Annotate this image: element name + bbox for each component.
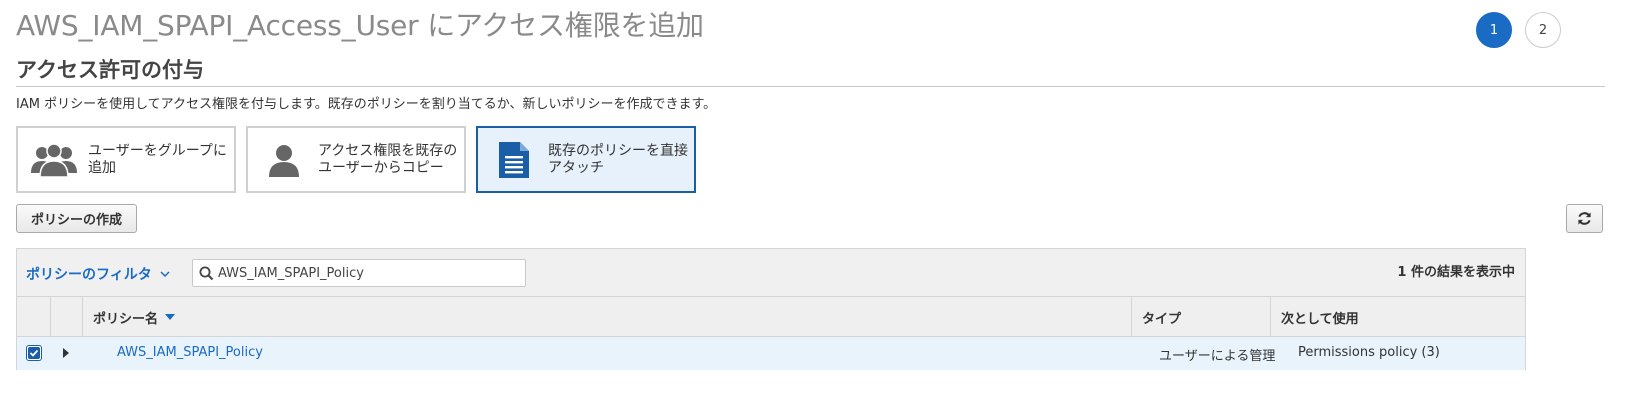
- result-count: 1 件の結果を表示中: [1397, 265, 1515, 280]
- header-select-column: [17, 297, 51, 337]
- policy-type: ユーザーによる管理: [1159, 349, 1276, 364]
- sort-down-icon: [165, 314, 176, 320]
- header-expand-column: [51, 297, 83, 337]
- option-copy-from-user[interactable]: アクセス権限を既存のユーザーからコピー: [246, 126, 466, 193]
- filter-bar: ポリシーのフィルタ 1 件の結果を表示中: [17, 249, 1525, 297]
- section-title: アクセス許可の付与: [16, 58, 204, 82]
- add-permissions-page: AWS_IAM_SPAPI_Access_User にアクセス権限を追加 1 2…: [0, 0, 1637, 412]
- step-indicator: 1 2: [1476, 12, 1561, 48]
- header-label: タイプ: [1142, 311, 1182, 327]
- option-attach-existing-policy[interactable]: 既存のポリシーを直接アタッチ: [476, 126, 696, 193]
- user-icon: [260, 140, 308, 180]
- section-divider: [16, 86, 1605, 87]
- policy-filter-dropdown[interactable]: ポリシーのフィルタ: [26, 264, 170, 284]
- search-icon: [199, 266, 214, 281]
- policy-table: ポリシーのフィルタ 1 件の結果を表示中 ポリシー名: [16, 248, 1526, 370]
- header-label: ポリシー名: [93, 311, 159, 327]
- header-used-as[interactable]: 次として使用: [1271, 297, 1525, 337]
- option-label: 既存のポリシーを直接アタッチ: [548, 142, 688, 176]
- option-label: アクセス権限を既存のユーザーからコピー: [318, 142, 458, 176]
- refresh-button[interactable]: [1566, 204, 1603, 233]
- create-policy-button[interactable]: ポリシーの作成: [16, 204, 137, 233]
- header-label: 次として使用: [1281, 311, 1359, 327]
- option-label: ユーザーをグループに追加: [88, 142, 227, 176]
- document-icon: [490, 140, 538, 180]
- caret-right-icon[interactable]: [63, 348, 69, 358]
- table-row[interactable]: AWS_IAM_SPAPI_Policy ユーザーによる管理 Permissio…: [17, 337, 1525, 370]
- refresh-icon: [1577, 211, 1592, 226]
- header-policy-name[interactable]: ポリシー名: [83, 297, 1132, 337]
- step-2[interactable]: 2: [1525, 12, 1561, 48]
- search-box[interactable]: [192, 259, 526, 287]
- chevron-down-icon: [160, 270, 170, 278]
- policy-used-as: Permissions policy (3): [1298, 345, 1440, 360]
- step-1[interactable]: 1: [1476, 12, 1512, 48]
- option-add-to-group[interactable]: ユーザーをグループに追加: [16, 126, 236, 193]
- table-header: ポリシー名 タイプ 次として使用: [17, 297, 1525, 337]
- section-description: IAM ポリシーを使用してアクセス権限を付与します。既存のポリシーを割り当てるか…: [16, 97, 717, 112]
- page-title: AWS_IAM_SPAPI_Access_User にアクセス権限を追加: [16, 9, 704, 42]
- row-checkbox[interactable]: [26, 345, 42, 361]
- header-type[interactable]: タイプ: [1132, 297, 1271, 337]
- search-input[interactable]: [218, 265, 518, 281]
- policy-name-link[interactable]: AWS_IAM_SPAPI_Policy: [117, 345, 263, 360]
- checkmark-icon: [28, 347, 40, 359]
- policy-filter-label: ポリシーのフィルタ: [26, 267, 152, 283]
- group-icon: [30, 140, 78, 180]
